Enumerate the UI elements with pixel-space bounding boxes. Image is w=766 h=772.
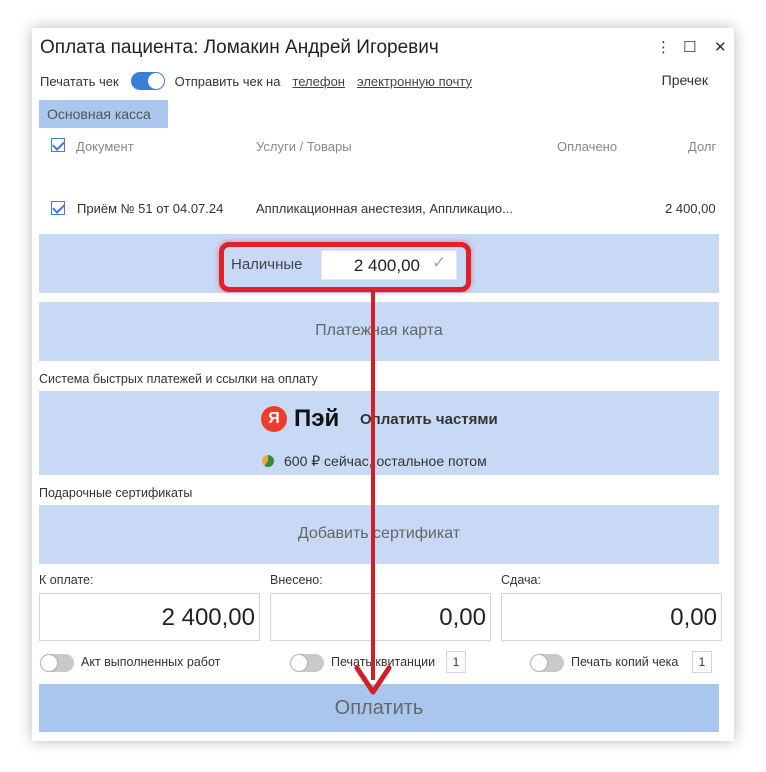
to-pay-label: К оплате: [39,573,94,587]
payment-dialog: Оплата пациента: Ломакин Андрей Игоревич… [32,28,734,741]
send-receipt-label: Отправить чек на [174,73,281,89]
copies-toggle[interactable] [530,654,564,672]
change-label: Сдача: [501,573,541,587]
card-payment-label: Платежная карта [315,322,443,339]
header-document: Документ [76,139,134,154]
certificates-label: Подарочные сертификаты [39,486,193,500]
split-coin-icon [262,455,274,467]
copies-label: Печать копий чека [571,655,679,669]
pay-button[interactable]: Оплатить [39,684,719,732]
add-certificate-button[interactable]: Добавить сертификат [39,505,719,564]
print-receipt-label: Печатать чек [40,73,119,89]
precheck-button[interactable]: Пречек [662,72,708,88]
toggle-knob [41,655,57,671]
copies-count[interactable]: 1 [692,651,712,673]
deposited-label: Внесено: [270,573,323,587]
card-payment-button[interactable]: Платежная карта [39,302,719,361]
close-icon[interactable]: ✕ [714,38,727,56]
toggle-knob [147,73,164,89]
dialog-title: Оплата пациента: Ломакин Андрей Игоревич [40,37,439,58]
menu-icon[interactable]: ⋮ [656,38,671,56]
toggle-knob [291,655,307,671]
act-label: Акт выполненных работ [81,655,221,669]
split-note: 600 ₽ сейчас, остальное потом [284,453,487,469]
deposited-field[interactable]: 0,00 [270,593,491,641]
row-checkbox[interactable] [51,201,65,215]
receipt-print-toggle[interactable] [290,654,324,672]
maximize-icon[interactable]: ☐ [683,38,696,56]
row-document: Приём № 51 от 04.07.24 [77,201,224,216]
highlight-frame [219,242,471,292]
row-debt: 2 400,00 [665,201,716,216]
pay-in-parts-label: Оплатить частями [360,411,498,428]
yandex-logo-icon: Я [261,406,287,432]
email-link[interactable]: электронную почту [357,74,472,89]
header-services: Услуги / Товары [256,139,352,154]
print-receipt-toggle[interactable] [130,72,165,90]
yandex-pay-logo: Пэй [294,405,340,432]
change-field: 0,00 [501,593,722,641]
fast-payments-label: Система быстрых платежей и ссылки на опл… [39,372,318,386]
row-services: Аппликационная анестезия, Аппликацио... [256,201,513,216]
receipt-print-count[interactable]: 1 [446,651,466,673]
act-toggle[interactable] [40,654,74,672]
receipt-print-label: Печать квитанции [331,655,436,669]
select-all-checkbox[interactable] [51,138,65,152]
to-pay-field: 2 400,00 [39,593,260,641]
add-certificate-label: Добавить сертификат [297,525,461,542]
phone-link[interactable]: телефон [292,74,345,89]
toggle-knob [531,655,547,671]
receipt-options-row: Печатать чек Отправить чек на телефон эл… [40,72,472,90]
tab-main-kassa[interactable]: Основная касса [39,100,168,128]
header-paid: Оплачено [557,139,618,154]
header-debt: Долг [688,139,717,154]
